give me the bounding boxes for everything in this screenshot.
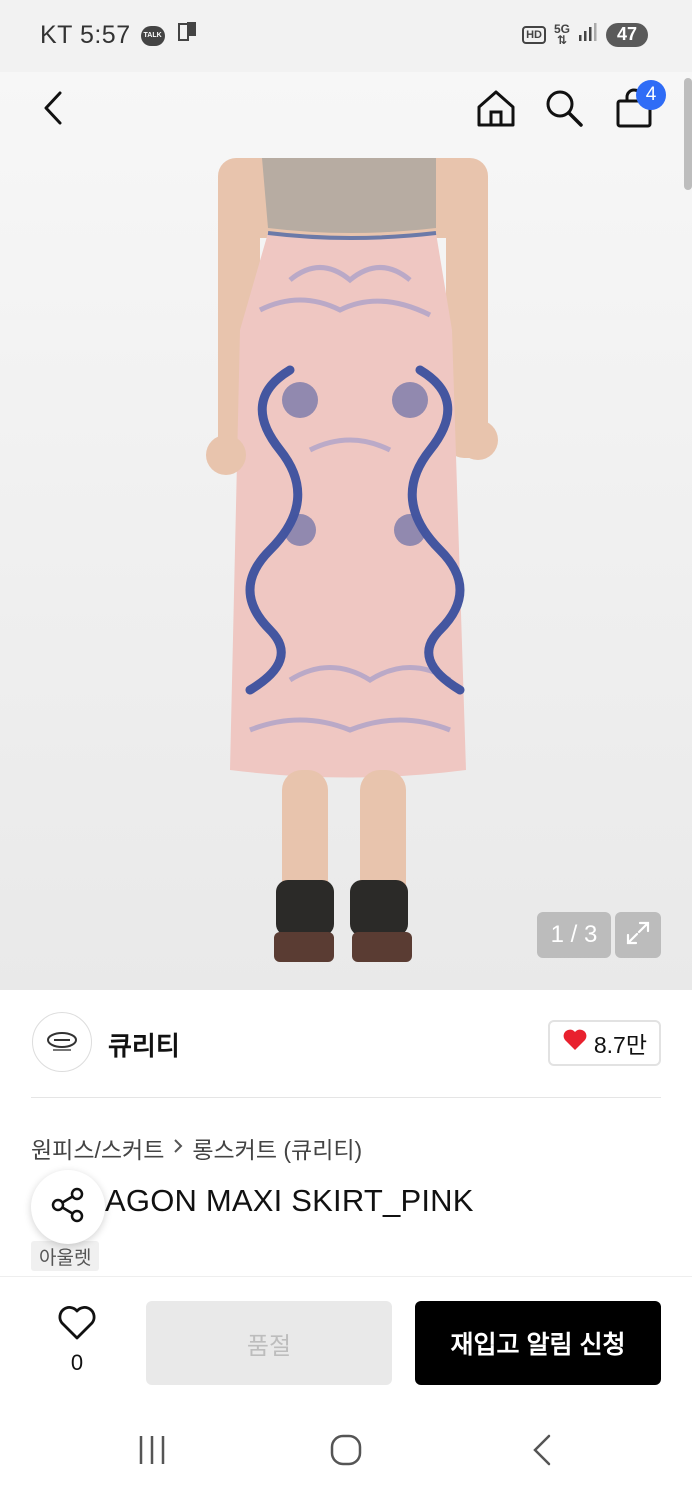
brand-row: 큐리티 8.7만 xyxy=(0,990,692,1098)
soldout-button: 품절 xyxy=(146,1301,392,1385)
heart-outline-icon xyxy=(57,1306,97,1345)
recents-icon xyxy=(135,1434,169,1471)
breadcrumb: 원피스/스커트 롱스커트 (큐리티) xyxy=(31,1131,362,1165)
heart-filled-icon xyxy=(562,1028,588,1058)
expand-button[interactable] xyxy=(615,912,661,958)
brand-logo[interactable] xyxy=(32,1012,92,1072)
share-button[interactable] xyxy=(31,1170,105,1244)
system-back-button[interactable] xyxy=(522,1432,562,1472)
battery-icon: 47 xyxy=(606,22,648,47)
home-system-button[interactable] xyxy=(326,1432,366,1472)
status-left: KT 5:57 TALK xyxy=(40,20,199,51)
product-image[interactable] xyxy=(0,72,692,990)
expand-icon xyxy=(624,919,652,952)
wish-button[interactable]: 0 xyxy=(52,1305,102,1376)
share-icon xyxy=(49,1186,87,1229)
home-circle-icon xyxy=(329,1433,363,1472)
search-icon xyxy=(543,87,585,134)
cart-button[interactable]: 4 xyxy=(608,80,666,136)
wish-count: 0 xyxy=(70,1350,84,1375)
carrier-time: KT 5:57 xyxy=(40,21,131,50)
clock: 5:57 xyxy=(79,21,131,49)
breadcrumb-category[interactable]: 원피스/스커트 xyxy=(31,1131,164,1165)
chevron-right-icon xyxy=(170,1135,186,1162)
signal-icon xyxy=(578,22,598,47)
recents-button[interactable] xyxy=(132,1432,172,1472)
back-button[interactable] xyxy=(28,84,80,136)
back-arrow-icon xyxy=(529,1433,555,1472)
cart-count-badge: 4 xyxy=(636,80,666,110)
search-button[interactable] xyxy=(538,84,590,136)
home-icon xyxy=(475,87,517,134)
status-bar: KT 5:57 TALK HD 5G ⇅ 47 xyxy=(0,0,692,72)
brand-like-count: 8.7만 xyxy=(593,1032,647,1058)
product-photo xyxy=(206,158,498,962)
system-navigation-bar xyxy=(0,1404,692,1500)
brand-name[interactable]: 큐리티 xyxy=(108,1026,180,1063)
carrier: KT xyxy=(40,21,73,49)
brand-like-button[interactable]: 8.7만 xyxy=(547,1020,661,1066)
network-5g-icon: 5G ⇅ xyxy=(553,21,570,47)
bottom-action-bar: 0 품절 재입고 알림 신청 xyxy=(0,1276,692,1404)
breadcrumb-subcategory[interactable]: 롱스커트 (큐리티) xyxy=(192,1131,362,1165)
outlet-tag: 아울렛 xyxy=(31,1241,100,1271)
phone-notification-icon xyxy=(175,20,199,51)
home-button[interactable] xyxy=(470,84,522,136)
restock-alert-button[interactable]: 재입고 알림 신청 xyxy=(415,1301,661,1385)
status-right: HD 5G ⇅ 47 xyxy=(522,22,648,47)
hd-icon: HD xyxy=(522,25,546,44)
divider xyxy=(31,1097,661,1098)
chevron-left-icon xyxy=(39,90,69,131)
top-nav: 4 xyxy=(0,72,692,152)
image-counter: 1 / 3 xyxy=(537,912,611,958)
kakaotalk-icon: TALK xyxy=(140,25,165,46)
